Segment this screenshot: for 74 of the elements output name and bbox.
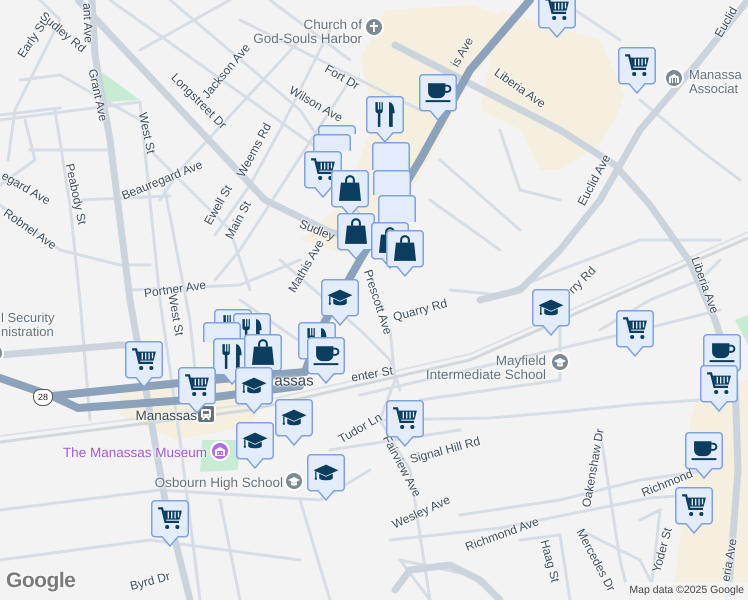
place-label[interactable]: Manassa Associat <box>689 68 742 96</box>
map-marker[interactable] <box>616 310 654 357</box>
map-marker[interactable] <box>313 134 351 151</box>
map-marker[interactable] <box>532 289 570 336</box>
map-marker[interactable] <box>275 399 313 446</box>
street-label: Quarry Rd <box>392 297 448 323</box>
map-marker[interactable] <box>419 74 457 121</box>
street-label: is Ave <box>448 35 476 69</box>
map-logo: Google <box>6 568 76 594</box>
shopping-cart-icon <box>707 372 731 394</box>
map-attribution[interactable]: Map data ©2025 Google <box>625 582 748 600</box>
map-marker[interactable] <box>318 125 356 134</box>
street-label: Haag St <box>538 538 562 584</box>
church-icon[interactable] <box>364 17 384 37</box>
graduation-cap-icon <box>282 410 306 426</box>
graduation-cap-icon <box>328 290 352 306</box>
place-label[interactable]: Manassas <box>135 409 197 424</box>
map-marker[interactable] <box>337 213 375 260</box>
building-icon[interactable] <box>664 68 684 88</box>
street-label: Yoder St <box>650 526 674 574</box>
graduation-cap-icon <box>242 378 266 394</box>
map-marker[interactable] <box>236 422 274 469</box>
street-label: enter St <box>350 364 394 384</box>
graduation-cap-icon <box>242 432 268 448</box>
street-label: egard Ave <box>0 169 52 207</box>
coffee-cup-icon <box>314 346 340 366</box>
shopping-cart-icon <box>132 348 156 370</box>
route-shield: 28 <box>33 389 53 406</box>
street-label: Main St <box>223 199 253 241</box>
coffee-cup-icon <box>710 343 736 362</box>
street-label: Fort Dr <box>322 62 362 92</box>
map-marker[interactable] <box>366 96 404 143</box>
shopping-cart-icon <box>545 0 569 20</box>
map-marker[interactable] <box>378 195 416 222</box>
map-marker[interactable] <box>538 0 576 38</box>
shopping-cart-icon <box>625 54 649 76</box>
place-label[interactable]: Mayfield Intermediate School <box>426 354 546 382</box>
shopping-cart-icon <box>393 407 417 430</box>
shopping-cart-icon <box>185 374 209 396</box>
map-marker[interactable] <box>372 142 410 170</box>
map-marker[interactable] <box>373 170 411 195</box>
street-label: Oakenshaw Dr <box>580 428 606 508</box>
street-label: Peabody St <box>64 162 88 226</box>
graduation-cap-icon <box>314 464 338 480</box>
school-icon[interactable] <box>284 471 304 491</box>
map-marker[interactable] <box>618 47 656 94</box>
park-area <box>102 72 140 102</box>
street-label: West St <box>136 111 158 155</box>
street-label: Tudor Ln <box>336 410 384 446</box>
map-marker[interactable] <box>700 365 738 412</box>
map-marker[interactable] <box>235 367 273 414</box>
place-label[interactable]: Osbourn High School <box>154 476 283 490</box>
coffee-cup-icon <box>692 441 718 460</box>
street-label: Grant Ave <box>86 68 110 122</box>
street-label: rry Rd <box>566 264 598 296</box>
coffee-cup-icon <box>426 83 452 102</box>
street-label: Byrd Dr <box>128 570 172 592</box>
map-marker[interactable] <box>307 454 345 501</box>
school-icon[interactable] <box>550 352 570 372</box>
park-area <box>735 315 748 345</box>
map-marker[interactable] <box>125 341 163 388</box>
place-label[interactable]: The Manassas Museum <box>62 446 207 460</box>
map-marker[interactable] <box>321 279 359 326</box>
map-marker[interactable] <box>151 500 189 547</box>
street-label: eria Ave <box>719 538 739 582</box>
graduation-cap-icon <box>538 300 564 316</box>
map-marker[interactable] <box>203 322 241 342</box>
place-label[interactable]: Church of God-Souls Harbor <box>253 18 362 46</box>
street-label: Liberia Ave <box>689 255 721 315</box>
shopping-cart-icon <box>158 507 182 530</box>
street-label: Signal Hill Rd <box>408 434 482 466</box>
place-label[interactable]: l Security nistration <box>1 311 54 338</box>
street-label: ant Ave <box>81 2 95 44</box>
shopping-cart-icon <box>623 317 647 340</box>
